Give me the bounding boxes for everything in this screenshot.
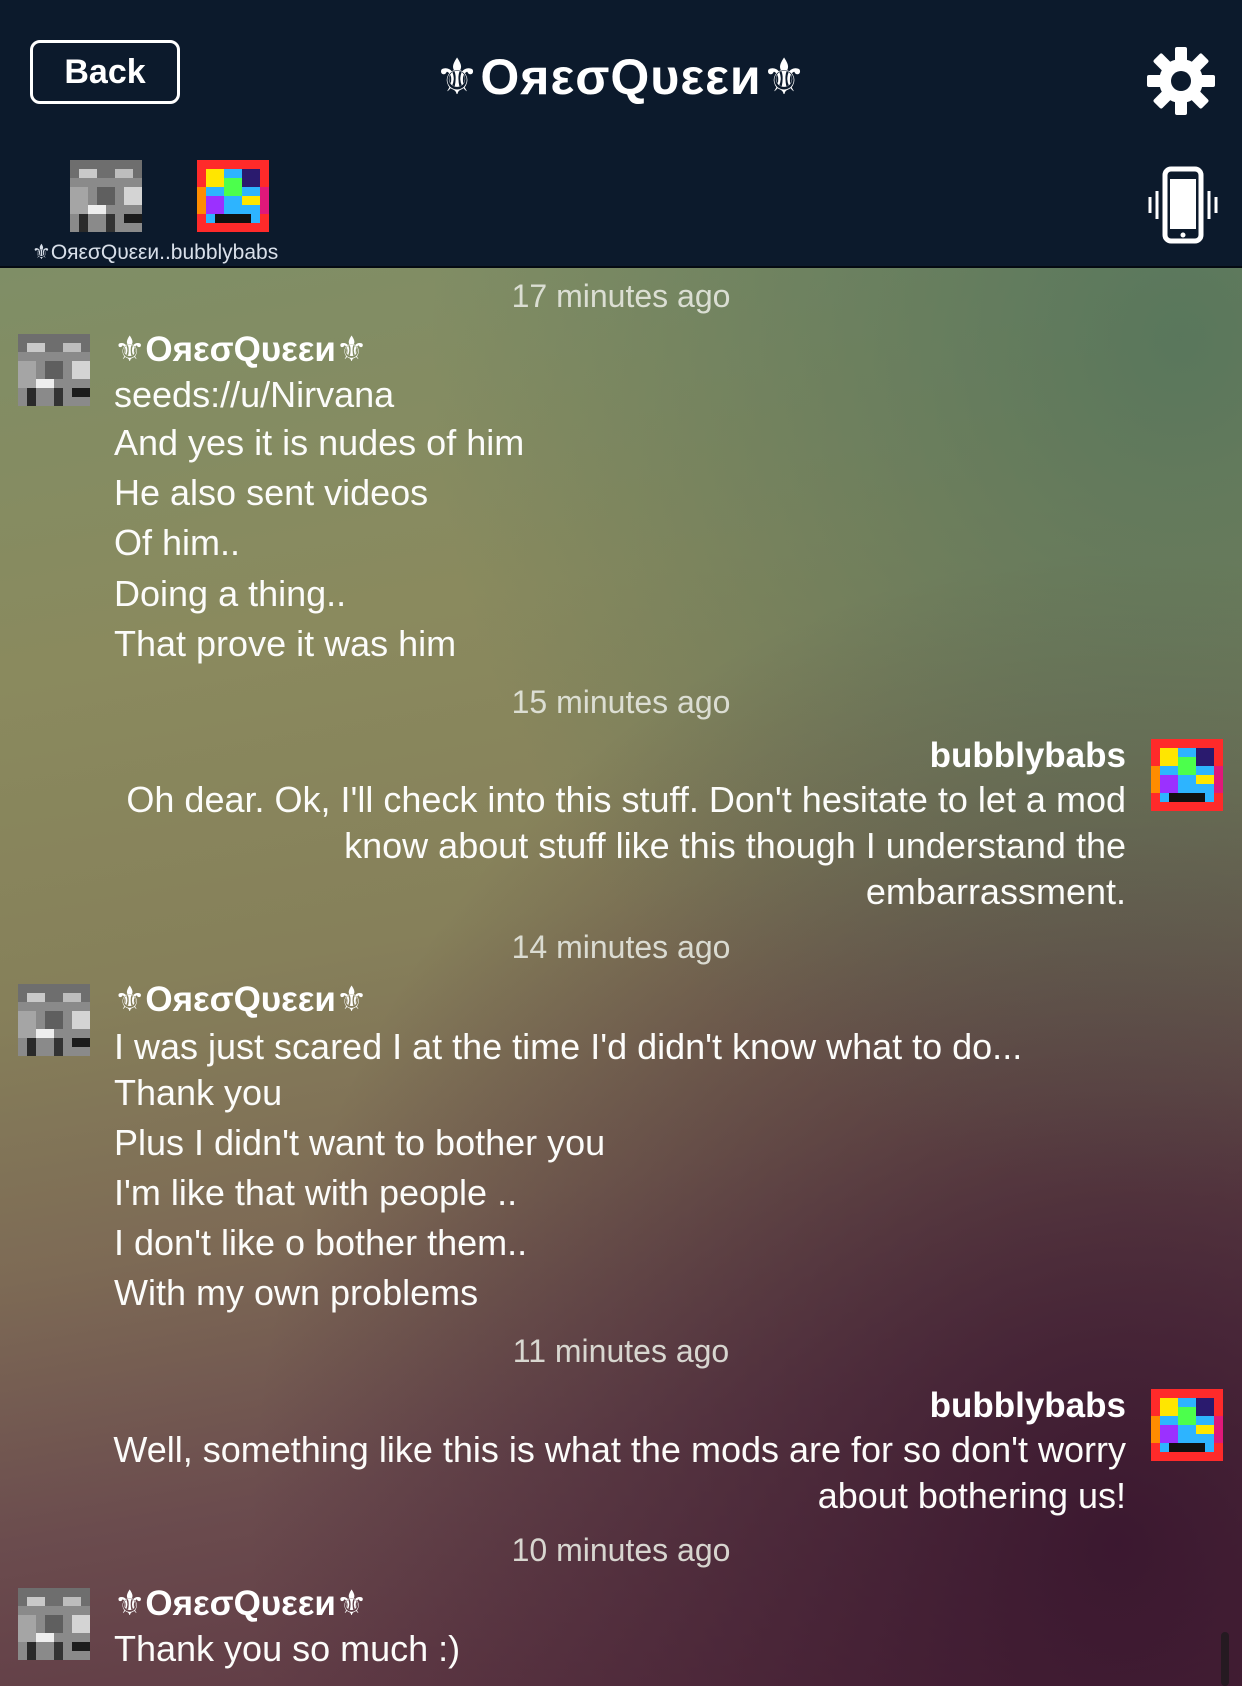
chat-header: Back ⚜OяεσQυεεи⚜ ⚜OяεσQυεεи..bubblybabs (0, 0, 1242, 268)
message-line: about bothering us! (817, 1475, 1126, 1516)
message-line: With my own problems (114, 1272, 479, 1313)
avatar-oreoqueen[interactable] (18, 984, 90, 1056)
message-line: know about stuff like this though I unde… (344, 825, 1126, 866)
phone-vibrate-icon[interactable] (1143, 165, 1223, 245)
avatar-oreoqueen[interactable] (18, 334, 90, 406)
message-line: Doing a thing.. (114, 573, 347, 614)
message-line: embarrassment. (865, 871, 1126, 912)
timestamp: 11 minutes ago (512, 1333, 730, 1369)
message-line: I'm like that with people .. (114, 1172, 518, 1213)
avatar-oreoqueen[interactable] (18, 1588, 90, 1660)
message-line: That prove it was him (114, 623, 457, 664)
avatar-bubblybabs[interactable] (1151, 739, 1223, 811)
sender-name: ⚜OяεσQυεεи⚜ (114, 980, 368, 1019)
message-line: Oh dear. Ok, I'll check into this stuff.… (126, 779, 1126, 820)
scrollbar[interactable] (1221, 1632, 1229, 1686)
members-label: ⚜OяεσQυεεи..bubblybabs (32, 241, 279, 264)
sender-name: ⚜OяεσQυεεи⚜ (114, 330, 368, 369)
timestamp: 14 minutes ago (511, 929, 731, 965)
sender-name: bubblybabs (929, 736, 1126, 775)
message-line: He also sent videos (114, 472, 429, 513)
sender-name: bubblybabs (929, 1386, 1126, 1425)
timestamp: 17 minutes ago (511, 278, 731, 314)
message-line: And yes it is nudes of him (114, 422, 525, 463)
gear-icon[interactable] (1145, 45, 1217, 117)
message-line: I don't like o bother them.. (114, 1222, 528, 1263)
message-line: seeds://u/Nirvana (114, 374, 395, 415)
timestamp: 10 minutes ago (511, 1532, 731, 1568)
avatar-bubblybabs[interactable] (1151, 1389, 1223, 1461)
timestamp: 15 minutes ago (511, 684, 731, 720)
message-line: Of him.. (114, 522, 241, 563)
member-avatar-oreoqueen[interactable] (70, 160, 142, 232)
member-avatar-bubblybabs[interactable] (197, 160, 269, 232)
sender-name: ⚜OяεσQυεεи⚜ (114, 1584, 368, 1623)
message-line: Thank you so much :) (114, 1628, 461, 1669)
message-line: Thank you (114, 1072, 283, 1113)
message-line: Plus I didn't want to bother you (114, 1122, 606, 1163)
message-line: I was just scared I at the time I'd didn… (114, 1026, 1023, 1067)
chat-title: ⚜OяεσQυεεи⚜ (434, 49, 808, 105)
chat-area[interactable]: 17 minutes ago ⚜OяεσQυεεи⚜ seeds://u/Nir… (0, 268, 1242, 1686)
message-line: Well, something like this is what the mo… (113, 1429, 1126, 1470)
